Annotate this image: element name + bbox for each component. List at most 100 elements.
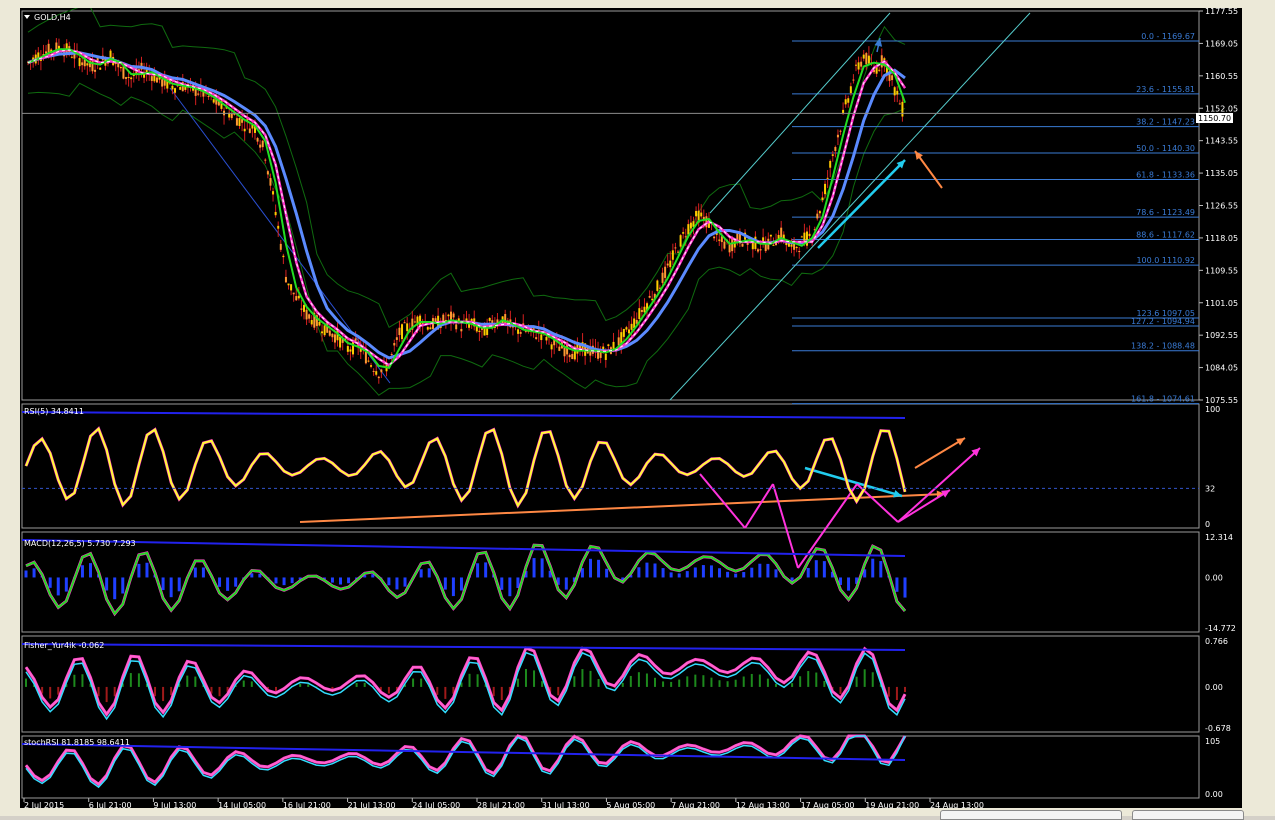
candle-body — [865, 53, 868, 65]
cyan-rsi-arrow — [804, 466, 903, 498]
price-tick-label: 1152.05 — [1205, 104, 1238, 113]
candle-body — [622, 328, 625, 337]
candle-body — [671, 250, 674, 260]
candle-body — [455, 324, 458, 330]
candle-body — [70, 56, 73, 58]
candle-body — [648, 295, 651, 298]
chart-menu-arrow-icon[interactable] — [24, 15, 30, 19]
candle-body — [323, 325, 326, 336]
candle-body — [367, 360, 370, 362]
candle-body — [372, 370, 375, 372]
candle-body — [305, 309, 308, 320]
panel-tick-label: 0.00 — [1205, 790, 1223, 799]
candle-body — [759, 249, 762, 251]
candle-body — [452, 313, 455, 318]
candle-body — [723, 241, 726, 249]
orange-rsi-trendline — [299, 493, 946, 523]
candle-body — [867, 55, 870, 64]
candle-body — [617, 337, 620, 346]
candle-body — [488, 318, 491, 321]
candle-body — [94, 69, 97, 72]
rsi-panel-label: RSI(5) 34.8411 — [24, 407, 84, 416]
candle-body — [519, 331, 522, 334]
candle-body — [821, 197, 824, 200]
candle-body — [638, 308, 641, 320]
symbol-label: GOLD,H4 — [34, 13, 71, 22]
candle-body — [130, 77, 133, 80]
candle-body — [282, 255, 285, 258]
price-tick-label: 1126.55 — [1205, 202, 1238, 211]
candle-body — [287, 283, 290, 286]
magenta-zigzag — [699, 473, 746, 529]
panel-tick-label: -14.772 — [1205, 624, 1236, 633]
candle-body — [733, 240, 736, 248]
candle-body — [125, 77, 128, 79]
price-tick-label: 1092.55 — [1205, 331, 1238, 340]
candle-body — [395, 337, 398, 340]
candle-body — [625, 327, 628, 330]
panel-3-envelope — [21, 743, 906, 761]
fib-level-label: 78.6 - 1123.49 — [1136, 208, 1195, 217]
panel-tick-label: 105 — [1205, 737, 1220, 746]
candle-body — [664, 266, 667, 278]
candle-body — [679, 235, 682, 247]
candle-body — [816, 213, 819, 219]
candle-body — [212, 99, 215, 103]
time-tick-label: 17 Aug 05:00 — [801, 801, 855, 808]
magenta-zigzag — [744, 483, 774, 529]
candle-body — [878, 69, 881, 71]
candle-body — [558, 346, 561, 351]
candle-body — [197, 93, 200, 95]
candle-body — [844, 99, 847, 105]
time-tick-label: 19 Aug 21:00 — [865, 801, 919, 808]
candle-body — [836, 134, 839, 138]
candle-body — [860, 61, 863, 67]
candle-body — [857, 62, 860, 70]
price-tick-label: 1177.55 — [1205, 8, 1238, 16]
fib-level-label: 61.8 - 1133.36 — [1136, 171, 1195, 180]
candle-body — [377, 376, 380, 379]
fib-level-label: 127.2 - 1094.94 — [1131, 317, 1195, 326]
panel-tick-label: 32 — [1205, 484, 1215, 493]
current-price-label: 1150.70 — [1198, 114, 1231, 123]
stochrsi-panel-label: stochRSI 81.8185 98.6411 — [24, 738, 130, 747]
candle-body — [689, 222, 692, 229]
fisher-panel-label: Fisher_Yur4ik -0.062 — [24, 641, 104, 650]
candle-body — [800, 236, 803, 238]
panel-2-envelope — [21, 643, 906, 651]
panel-tick-label: 100 — [1205, 405, 1220, 414]
candle-body — [808, 233, 811, 237]
chart-window[interactable]: 0.0 - 1169.67 23.6 - 1155.81 38.2 - 1147.2… — [20, 8, 1242, 808]
chart-canvas[interactable]: 0.0 - 1169.67 23.6 - 1155.81 38.2 - 1147.2… — [20, 8, 1242, 808]
candle-body — [607, 344, 610, 347]
candle-body — [171, 85, 174, 90]
panel-tick-label: 0.766 — [1205, 637, 1228, 646]
price-tick-label: 1109.55 — [1205, 266, 1238, 275]
candle-body — [406, 323, 409, 332]
candle-body — [295, 296, 298, 301]
candle-body — [349, 349, 352, 352]
panel-tick-label: 0.00 — [1205, 683, 1223, 692]
panel-1-main-line — [25, 544, 906, 616]
candle-body — [684, 236, 687, 238]
candle-body — [401, 324, 404, 340]
candle-body — [847, 98, 850, 103]
candle-body — [302, 304, 305, 312]
candle-body — [346, 346, 349, 352]
price-tick-label: 1143.55 — [1205, 137, 1238, 146]
candle-body — [447, 314, 450, 317]
candle-body — [545, 336, 548, 341]
time-tick-label: 14 Jul 05:00 — [218, 801, 266, 808]
bottom-tab-2[interactable] — [1132, 810, 1244, 820]
window-left-frame — [0, 8, 20, 816]
candle-body — [700, 212, 703, 217]
macd-panel-label: MACD(12,26,5) 5.730 7.293 — [24, 539, 136, 548]
bottom-tab-1[interactable] — [940, 810, 1122, 820]
candle-body — [122, 66, 125, 79]
candle-body — [248, 128, 251, 133]
candle-body — [292, 292, 295, 295]
candle-body — [862, 54, 865, 59]
candle-body — [829, 160, 832, 168]
candle-body — [256, 138, 259, 142]
candle-body — [677, 251, 680, 253]
